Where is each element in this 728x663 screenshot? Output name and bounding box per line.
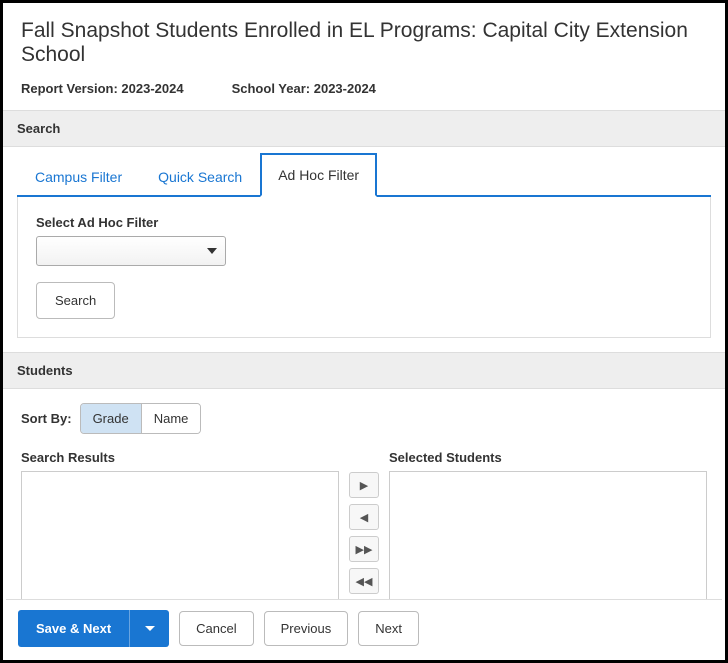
move-left-button[interactable]: ◀ [349,504,379,530]
search-tabs: Campus Filter Quick Search Ad Hoc Filter [17,151,711,197]
selected-students-label: Selected Students [389,450,707,465]
adhoc-filter-label: Select Ad Hoc Filter [36,215,692,230]
school-year-label: School Year: [232,81,311,96]
save-and-next-dropdown[interactable] [129,610,169,647]
tab-quick-search[interactable]: Quick Search [140,155,260,197]
adhoc-filter-select[interactable] [36,236,226,266]
previous-button[interactable]: Previous [264,611,349,646]
students-section-header: Students [3,352,725,389]
search-results-label: Search Results [21,450,339,465]
school-year-value: 2023-2024 [314,81,376,96]
report-version-label: Report Version: [21,81,118,96]
move-all-left-button[interactable]: ◀◀ [349,568,379,594]
school-year: School Year: 2023-2024 [232,81,376,96]
sort-by-toggle: Grade Name [80,403,202,434]
report-version-value: 2023-2024 [121,81,183,96]
sort-by-grade[interactable]: Grade [81,404,142,433]
tab-ad-hoc-filter[interactable]: Ad Hoc Filter [260,153,377,197]
save-and-next-button[interactable]: Save & Next [18,610,129,647]
report-version: Report Version: 2023-2024 [21,81,184,96]
search-button[interactable]: Search [36,282,115,319]
move-all-right-button[interactable]: ▶▶ [349,536,379,562]
search-results-list[interactable] [21,471,339,601]
meta-row: Report Version: 2023-2024 School Year: 2… [3,81,725,110]
triangle-right-icon: ▶ [360,479,368,492]
next-button[interactable]: Next [358,611,419,646]
move-right-button[interactable]: ▶ [349,472,379,498]
footer-bar: Save & Next Cancel Previous Next [6,599,722,657]
triangle-left-icon: ◀ [360,511,368,524]
selected-students-list[interactable] [389,471,707,601]
double-right-icon: ▶▶ [356,543,373,556]
tab-campus-filter[interactable]: Campus Filter [17,155,140,197]
search-section-header: Search [3,110,725,147]
double-left-icon: ◀◀ [356,575,373,588]
cancel-button[interactable]: Cancel [179,611,253,646]
sort-by-label: Sort By: [21,411,72,426]
chevron-down-icon [207,248,217,254]
tab-content-ad-hoc: Select Ad Hoc Filter Search [17,197,711,338]
page-title: Fall Snapshot Students Enrolled in EL Pr… [3,3,725,81]
chevron-down-icon [145,626,155,631]
sort-by-name[interactable]: Name [142,404,201,433]
